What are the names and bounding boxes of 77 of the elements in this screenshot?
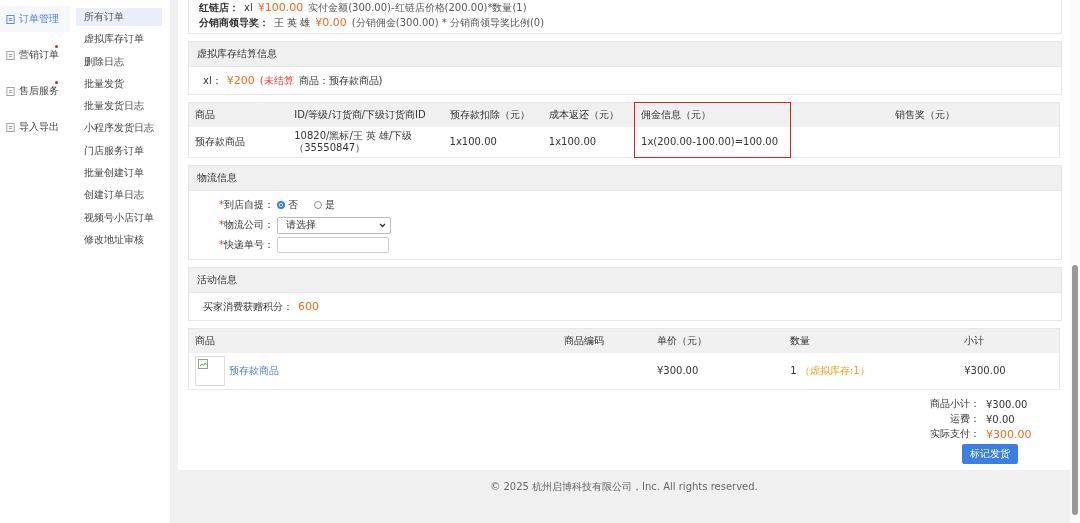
field-label: *物流公司： <box>219 218 271 232</box>
table-cell: 1x100.00 <box>542 127 635 158</box>
table-cell: ¥300.00 <box>650 353 785 390</box>
scrollbar[interactable] <box>1070 0 1080 523</box>
document-icon <box>6 50 15 60</box>
submenu-item[interactable]: 批量创建订单 <box>76 164 162 183</box>
table-cell: 10820/黑标/王 英 雄/下级（35550847） <box>288 127 444 158</box>
table-cell: 1x100.00 <box>443 127 543 158</box>
section-title: 活动信息 <box>189 268 1061 293</box>
document-icon <box>6 122 15 132</box>
product-link[interactable]: 预存款商品 <box>229 365 279 377</box>
column-header: 成本返还（元） <box>542 102 635 127</box>
summary-label: 实际支付： <box>929 427 980 441</box>
summary-value: ¥300.00 <box>986 427 1033 442</box>
stock-note: （虚拟库存:1） <box>799 365 870 376</box>
settlement-amount: ¥200 <box>226 73 255 88</box>
settlement-product: 商品：预存款商品) <box>298 74 383 88</box>
column-header: 商品编码 <box>558 328 651 353</box>
copyright-text: © 2025 杭州启博科技有限公司，Inc. All rights reserved. <box>490 480 758 494</box>
logistics-dropdown[interactable]: 请选择 <box>277 216 391 234</box>
table-cell: 预存款商品 <box>188 127 289 158</box>
submenu-item[interactable]: 虚拟库存订单 <box>76 30 162 49</box>
submenu-item[interactable]: 小程序发货日志 <box>76 119 162 138</box>
column-header: 小计 <box>958 328 1060 353</box>
notification-dot <box>55 81 58 84</box>
reward-recipient: xl <box>244 1 253 15</box>
submenu-item[interactable]: 批量发货日志 <box>76 97 162 116</box>
summary-value: ¥300.00 <box>986 398 1029 412</box>
column-header: 商品 <box>188 328 559 353</box>
reward-amount: ¥0.00 <box>315 15 347 30</box>
submenu-item[interactable]: 所有订单 <box>76 8 162 27</box>
reward-amount: ¥100.00 <box>257 0 304 15</box>
table-cell: ¥300.00 <box>958 353 1060 390</box>
summary-label: 商品小计： <box>929 397 980 411</box>
points-label: 买家消费获赠积分： <box>203 300 293 314</box>
notification-dot <box>55 45 58 48</box>
document-icon <box>6 86 15 96</box>
column-header: 单价（元） <box>650 328 785 353</box>
broken-image-icon <box>195 356 225 386</box>
column-header: 数量 <box>784 328 959 353</box>
submenu-item[interactable]: 门店服务订单 <box>76 141 162 161</box>
reward-label: 分销商领导奖： <box>199 16 269 30</box>
reward-formula: 实付金额(300.00)-红链店价格(200.00)*数量(1) <box>308 1 527 15</box>
summary-value: ¥0.00 <box>986 413 1016 427</box>
reward-label: 红链店： <box>199 1 239 15</box>
section-title: 物流信息 <box>189 166 1061 191</box>
reward-recipient: 王 英 雄 <box>274 16 311 30</box>
submenu-item[interactable]: 删除日志 <box>76 52 162 71</box>
radio-option[interactable]: 否 <box>277 198 298 212</box>
mark-shipped-button[interactable]: 标记发货 <box>962 444 1018 464</box>
summary-label: 运费： <box>949 412 980 426</box>
radio-option[interactable]: 是 <box>314 198 335 212</box>
field-label: *快递单号： <box>219 238 271 252</box>
table-cell: 1x(200.00-100.00)=100.00 <box>634 127 791 158</box>
column-header: 预存款扣除（元） <box>443 102 543 127</box>
settlement-status: (未结算 <box>259 74 294 88</box>
quantity-value: 1 <box>790 365 797 376</box>
chevron-down-icon <box>379 222 386 228</box>
document-icon <box>6 14 15 24</box>
sidebar-item[interactable]: 导入导出 <box>0 114 70 140</box>
reward-formula: (分销佣金(300.00) * 分销商领导奖比例(0) <box>351 16 545 30</box>
tracking-number-field[interactable] <box>277 237 389 253</box>
field-label: *到店自提： <box>219 198 271 212</box>
submenu-item[interactable]: 批量发货 <box>76 74 162 94</box>
section-title: 虚拟库存结算信息 <box>189 42 1061 67</box>
sidebar-item[interactable]: 营销订单 <box>0 42 70 68</box>
column-header: 佣金信息（元） <box>634 102 791 127</box>
sidebar-item[interactable]: 订单管理 <box>0 6 70 32</box>
submenu-item[interactable]: 修改地址审核 <box>76 230 162 250</box>
points-value: 600 <box>298 299 319 314</box>
submenu-item[interactable]: 创建订单日志 <box>76 186 162 205</box>
column-header: ID/等级/订货商/下级订货商ID <box>288 102 444 127</box>
column-header: 销售奖（元） <box>790 102 1060 127</box>
sidebar-item[interactable]: 售后服务 <box>0 78 70 104</box>
column-header: 商品 <box>188 102 289 127</box>
submenu-item[interactable]: 视频号小店订单 <box>76 208 162 227</box>
settlement-name: xl： <box>203 74 222 88</box>
